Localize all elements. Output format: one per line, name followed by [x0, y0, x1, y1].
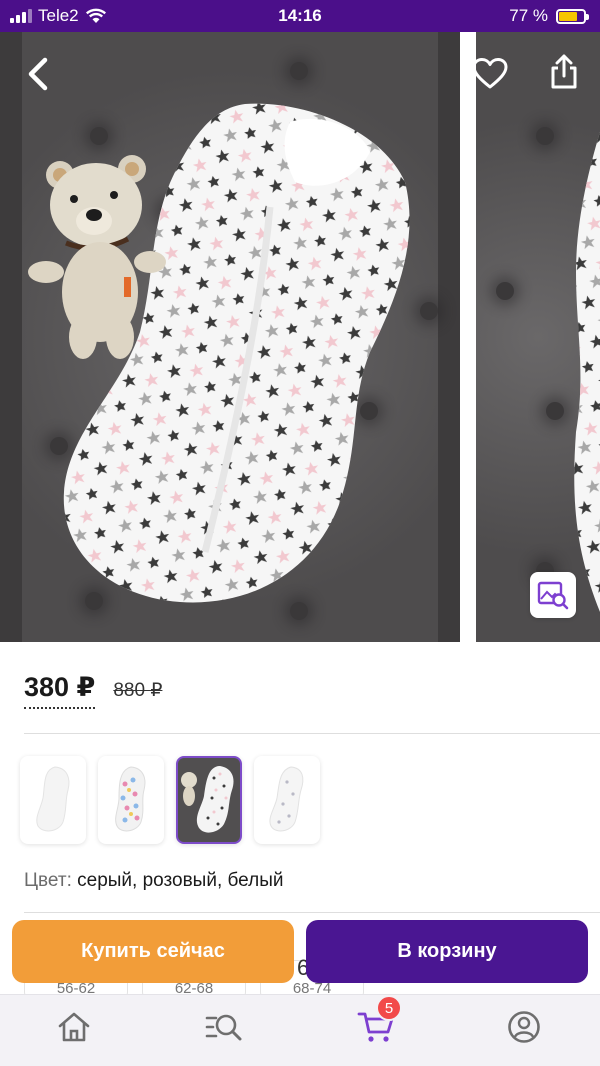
color-row: Цвет: серый, розовый, белый [24, 870, 283, 892]
old-price: 880 ₽ [113, 680, 163, 701]
gallery-image-main[interactable] [0, 32, 460, 642]
color-variant-thumbnails [20, 756, 320, 844]
profile-icon [508, 1011, 540, 1043]
catalog-search-icon [205, 1014, 242, 1041]
share-icon [551, 54, 577, 89]
battery-icon [556, 8, 589, 24]
battery-fill [559, 11, 578, 21]
divider [24, 733, 600, 734]
image-search-icon [537, 581, 569, 610]
divider [24, 912, 600, 913]
sleepsack-thumb-icon [36, 766, 70, 832]
thumbnail-white-sleepsack[interactable] [20, 756, 86, 844]
back-button[interactable] [14, 50, 62, 98]
teddy-bear-image [28, 155, 166, 359]
product-gallery[interactable] [0, 32, 600, 642]
search-by-photo-button[interactable] [530, 572, 576, 618]
chevron-left-icon [28, 57, 48, 91]
add-to-cart-button[interactable]: В корзину [306, 920, 588, 983]
share-button[interactable] [540, 48, 588, 96]
sleepsack-image-partial [574, 132, 600, 612]
sleepsack-thumb-icon [181, 766, 234, 833]
heart-outline-icon [472, 58, 508, 89]
status-right: 77 % [509, 6, 589, 26]
tab-cart[interactable]: 5 [352, 995, 402, 1047]
tab-profile[interactable] [500, 1007, 548, 1047]
thumbnail-pattern-sleepsack[interactable] [98, 756, 164, 844]
sleepsack-thumb-icon [269, 766, 304, 832]
color-label: Цвет: [24, 870, 72, 891]
current-price[interactable]: 380 ₽ [24, 672, 96, 709]
tab-catalog[interactable] [200, 1007, 248, 1047]
cart-badge: 5 [376, 995, 402, 1021]
buy-now-button[interactable]: Купить сейчас [12, 920, 294, 983]
tab-home[interactable] [50, 1007, 98, 1047]
sleepsack-thumb-icon [115, 766, 146, 832]
price-row: 380 ₽ 880 ₽ [24, 672, 162, 709]
favorite-button[interactable] [466, 50, 514, 98]
thumbnail-white-print-sleepsack[interactable] [254, 756, 320, 844]
status-bar: Tele2 14:16 77 % [0, 0, 600, 32]
bottom-tab-bar: 5 [0, 994, 600, 1066]
color-value: серый, розовый, белый [77, 870, 284, 891]
gallery-image-next[interactable] [476, 32, 600, 642]
thumbnail-star-sleepsack[interactable] [176, 756, 242, 844]
battery-percent: 77 % [509, 6, 548, 25]
home-icon [58, 1012, 90, 1042]
